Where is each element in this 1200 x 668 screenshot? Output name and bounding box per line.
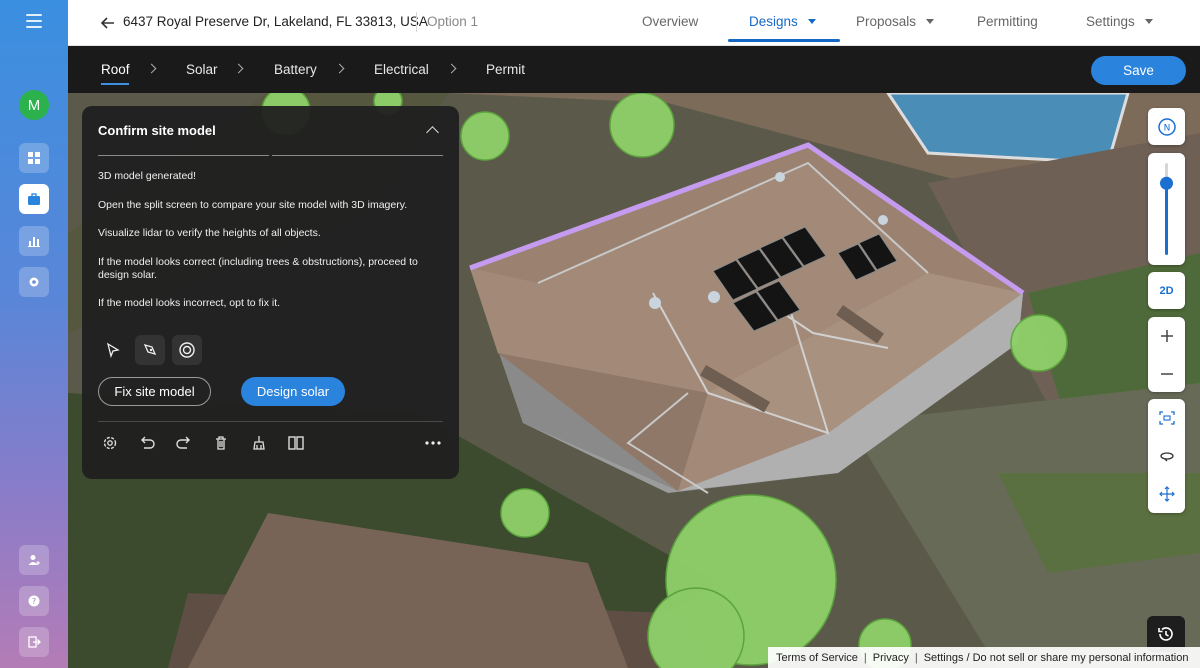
logout-icon[interactable] [19, 627, 49, 657]
top-header: 6437 Royal Preserve Dr, Lakeland, FL 338… [68, 0, 1200, 46]
pan-move-icon[interactable] [1148, 475, 1185, 512]
menu-icon[interactable] [26, 14, 42, 28]
panel-text: If the model looks correct (including tr… [98, 256, 418, 281]
active-step-indicator [101, 83, 129, 85]
compass-icon[interactable]: N [1148, 108, 1185, 145]
design-solar-button[interactable]: Design solar [241, 377, 345, 406]
target-icon[interactable] [172, 335, 202, 365]
privacy-link[interactable]: Privacy [873, 652, 909, 664]
tab-designs[interactable]: Designs [749, 14, 816, 29]
divider: | [914, 651, 918, 664]
dashboard-icon[interactable] [19, 143, 49, 173]
view-mode-toggle[interactable]: 2D [1148, 272, 1185, 309]
briefcase-icon[interactable] [19, 184, 49, 214]
analytics-icon[interactable] [19, 226, 49, 256]
chevron-right-icon [233, 63, 244, 74]
edit-pen-icon[interactable] [135, 335, 165, 365]
compass-control[interactable]: N [1148, 108, 1185, 145]
clean-brush-icon[interactable] [249, 433, 269, 453]
svg-text:N: N [1163, 123, 1170, 133]
tilt-slider-control [1148, 153, 1185, 265]
panel-text: If the model looks incorrect, opt to fix… [98, 297, 281, 309]
divider: | [863, 651, 867, 664]
design-option-label[interactable]: Option 1 [427, 14, 478, 29]
left-sidebar: M ? [0, 0, 68, 668]
divider [416, 12, 417, 32]
tab-settings[interactable]: Settings [1086, 14, 1153, 29]
zoom-in-icon[interactable] [1148, 317, 1185, 354]
confirm-site-model-panel: Confirm site model 3D model generated! O… [82, 106, 459, 479]
project-address: 6437 Royal Preserve Dr, Lakeland, FL 338… [123, 14, 428, 29]
tab-permitting[interactable]: Permitting [977, 14, 1038, 29]
chevron-right-icon [146, 63, 157, 74]
zoom-out-icon[interactable] [1148, 355, 1185, 392]
active-tab-indicator [728, 39, 840, 42]
map-attribution-footer: Terms of Service | Privacy | Settings / … [768, 647, 1200, 668]
chevron-right-icon [334, 63, 345, 74]
undo-icon[interactable] [137, 433, 157, 453]
step-solar[interactable]: Solar [186, 62, 218, 77]
progress-segment [272, 155, 443, 156]
select-pointer-icon[interactable] [98, 335, 128, 365]
orbit-icon[interactable] [1148, 437, 1185, 474]
divider [98, 421, 443, 422]
delete-icon[interactable] [211, 433, 231, 453]
chevron-up-icon[interactable] [426, 126, 439, 139]
chevron-down-icon [926, 19, 935, 24]
zoom-control [1148, 317, 1185, 392]
settings-privacy-link[interactable]: Settings / Do not sell or share my perso… [924, 652, 1189, 664]
gear-icon[interactable] [100, 433, 120, 453]
step-roof[interactable]: Roof [101, 62, 130, 77]
add-user-icon[interactable] [19, 545, 49, 575]
terms-link[interactable]: Terms of Service [776, 652, 858, 664]
progress-segment [98, 155, 269, 156]
split-screen-icon[interactable] [286, 433, 306, 453]
chevron-right-icon [446, 63, 457, 74]
redo-icon[interactable] [174, 433, 194, 453]
chevron-down-icon [807, 19, 816, 24]
view-tools-control [1148, 399, 1185, 513]
panel-text: Open the split screen to compare your si… [98, 199, 408, 211]
tilt-slider-handle [1160, 176, 1173, 190]
tab-proposals[interactable]: Proposals [856, 14, 935, 29]
fix-site-model-button[interactable]: Fix site model [98, 377, 211, 406]
tilt-slider-fill [1165, 183, 1168, 255]
chevron-down-icon [1144, 19, 1153, 24]
svg-text:?: ? [32, 597, 36, 606]
step-electrical[interactable]: Electrical [374, 62, 429, 77]
panel-text: Visualize lidar to verify the heights of… [98, 227, 321, 239]
fit-view-icon[interactable] [1148, 399, 1185, 436]
panel-text: 3D model generated! [98, 170, 197, 182]
settings-icon[interactable] [19, 267, 49, 297]
tilt-slider[interactable] [1148, 153, 1185, 265]
design-step-bar: Roof Solar Battery Electrical Permit Sav… [68, 46, 1200, 93]
panel-title: Confirm site model [98, 123, 216, 138]
save-button[interactable]: Save [1091, 56, 1186, 85]
back-arrow-icon[interactable] [98, 13, 118, 33]
tab-overview[interactable]: Overview [642, 14, 698, 29]
avatar[interactable]: M [19, 90, 49, 120]
step-battery[interactable]: Battery [274, 62, 317, 77]
step-permit[interactable]: Permit [486, 62, 525, 77]
help-icon[interactable]: ? [19, 586, 49, 616]
view-2d-toggle[interactable]: 2D [1148, 272, 1185, 309]
more-options-icon[interactable] [423, 433, 443, 453]
